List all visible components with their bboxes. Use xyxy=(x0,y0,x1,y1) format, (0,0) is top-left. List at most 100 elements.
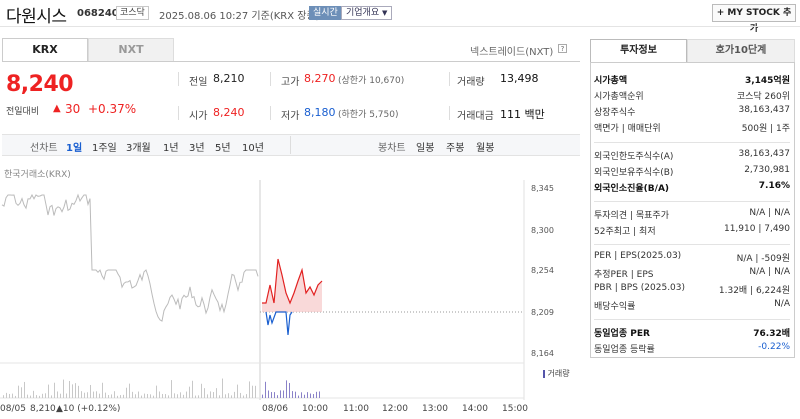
stock-code: 068240 xyxy=(77,8,119,19)
prev-volume-bar xyxy=(93,391,94,398)
prev-volume-bar xyxy=(57,391,58,398)
prev-volume-bar xyxy=(150,394,151,398)
x-tick-6: 14:00 xyxy=(462,404,488,414)
prev-day-price-line xyxy=(1,193,259,322)
line-chart-label: 선차트 xyxy=(30,143,58,154)
prev-volume-bar xyxy=(195,395,196,398)
price-chart[interactable] xyxy=(0,175,580,400)
row-label: 배당수익률 xyxy=(594,302,636,312)
period-10y[interactable]: 10년 xyxy=(242,139,264,154)
tab-invest-info[interactable]: 투자정보 xyxy=(590,39,687,63)
period-5y[interactable]: 5년 xyxy=(215,139,231,154)
prev-volume-bar xyxy=(135,394,136,398)
candle-chart-label: 봉차트 xyxy=(378,143,406,154)
realtime-button[interactable]: 실시간 xyxy=(309,6,342,20)
prev-volume-bar xyxy=(99,393,100,398)
chevron-down-icon: ▼ xyxy=(382,9,388,17)
volume-legend: 거래량 xyxy=(543,368,570,379)
prev-volume-bar xyxy=(105,392,106,398)
period-1w[interactable]: 1주일 xyxy=(92,139,117,154)
prev-volume-bar xyxy=(72,384,73,398)
prev-volume-bar xyxy=(126,387,127,398)
candle-weekly[interactable]: 주봉 xyxy=(446,139,464,154)
row-value: N/A | N/A xyxy=(749,208,790,218)
row-value: 11,910 | 7,490 xyxy=(723,224,790,234)
tab-divider xyxy=(2,61,580,62)
candle-monthly[interactable]: 월봉 xyxy=(476,139,494,154)
prev-volume-bar xyxy=(192,380,193,398)
row-value: 38,163,437 xyxy=(738,149,790,159)
tab-orderbook[interactable]: 호가10단계 xyxy=(687,39,795,63)
row-label: 52주최고 | 최저 xyxy=(594,227,656,237)
prev-close-change: ▲10 (+0.12%) xyxy=(56,404,121,414)
today-volume-bar xyxy=(307,392,308,398)
row-value: N/A xyxy=(774,299,790,309)
industry-change-row: 동일업종 등락률 -0.22% xyxy=(594,342,790,356)
add-mystock-button[interactable]: + MY STOCK 추가 xyxy=(712,4,796,34)
y-tick-2: 8,300 xyxy=(531,226,554,235)
period-1y[interactable]: 1년 xyxy=(163,139,179,154)
prev-volume-bar xyxy=(15,395,16,398)
dividend-row: 배당수익률 N/A xyxy=(594,299,790,313)
divider xyxy=(594,142,790,143)
divider xyxy=(270,72,271,86)
prev-volume-bar xyxy=(42,393,43,398)
change-percent: +0.37% xyxy=(88,102,137,116)
prev-volume-bar xyxy=(138,391,139,398)
prev-volume-bar xyxy=(111,394,112,398)
prev-volume-bar xyxy=(141,395,142,398)
prev-volume-bar xyxy=(159,391,160,398)
prev-volume-bar xyxy=(147,393,148,398)
tab-nxt[interactable]: NXT xyxy=(88,38,174,62)
up-area-fill xyxy=(262,259,322,312)
prev-volume-bar xyxy=(189,386,190,398)
today-volume-bar xyxy=(292,391,293,398)
prev-volume-bar xyxy=(45,393,46,398)
pbr-row: PBR | BPS (2025.03) 1.32배 | 6,224원 xyxy=(594,283,790,297)
divider xyxy=(594,244,790,245)
today-volume-bar xyxy=(265,381,266,398)
prev-volume-bar xyxy=(246,394,247,398)
x-tick-5: 13:00 xyxy=(422,404,448,414)
prev-volume-bar xyxy=(3,395,4,398)
row-value: 2,730,981 xyxy=(744,165,790,175)
today-volume-bar xyxy=(301,392,302,398)
row-value: 7.16% xyxy=(758,181,790,191)
open-label: 시가 xyxy=(189,111,208,122)
today-volume-bar xyxy=(310,393,311,398)
today-volume-bar xyxy=(283,390,284,398)
row-label: 추정PER | EPS xyxy=(594,270,654,280)
period-3y[interactable]: 3년 xyxy=(189,139,205,154)
prev-volume-bar xyxy=(129,383,130,398)
x-tick-4: 12:00 xyxy=(382,404,408,414)
prev-volume-bar xyxy=(87,392,88,398)
candle-daily[interactable]: 일봉 xyxy=(416,139,434,154)
prev-volume-bar xyxy=(204,388,205,398)
company-name: 다원시스 xyxy=(6,7,67,27)
nxt-trade-label: 넥스트레이드(NXT) xyxy=(470,47,554,58)
prev-close-value: 8,210 xyxy=(213,72,245,85)
market-cap-rank-row: 시가총액순위 코스닥 260위 xyxy=(594,89,790,103)
divider xyxy=(449,106,450,120)
row-label: PER | EPS(2025.03) xyxy=(594,251,682,261)
row-label: 동일업종 등락률 xyxy=(594,345,655,355)
prev-volume-bar xyxy=(96,391,97,398)
tab-krx[interactable]: KRX xyxy=(2,38,88,62)
prev-volume-bar xyxy=(108,394,109,398)
period-1d[interactable]: 1일 xyxy=(66,139,82,154)
today-volume-bar xyxy=(286,380,287,398)
period-3m[interactable]: 3개월 xyxy=(126,139,151,154)
x-tick-3: 11:00 xyxy=(343,404,369,414)
prev-volume-bar xyxy=(6,392,7,398)
prev-volume-bar xyxy=(222,378,223,398)
company-overview-button[interactable]: 기업개요 ▼ xyxy=(341,6,393,20)
high-label: 고가 xyxy=(281,77,300,88)
prev-volume-bar xyxy=(114,391,115,398)
row-label: 액면가 | 매매단위 xyxy=(594,124,661,134)
today-volume-bar xyxy=(262,394,263,398)
today-volume-bar xyxy=(316,391,317,398)
shares-row: 상장주식수 38,163,437 xyxy=(594,105,790,119)
divider xyxy=(594,319,790,320)
prev-volume-bar xyxy=(63,379,64,398)
help-icon[interactable]: ? xyxy=(558,44,567,53)
